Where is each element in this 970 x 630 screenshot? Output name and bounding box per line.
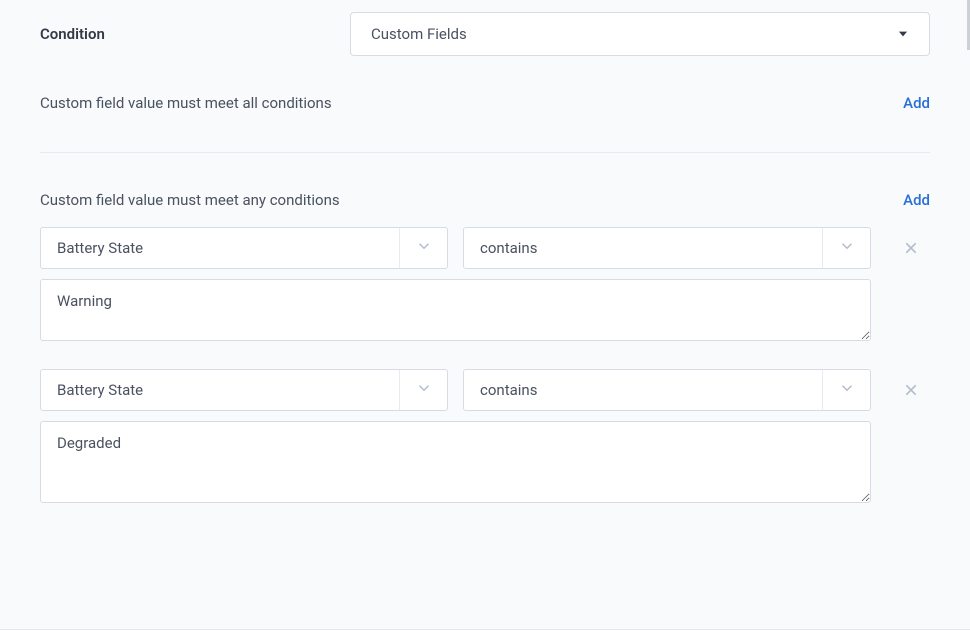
operator-select-value: contains [480, 239, 822, 257]
operator-select[interactable]: contains [463, 369, 871, 411]
add-any-condition-button[interactable]: Add [903, 191, 930, 209]
condition-rule: Battery State contains [40, 369, 930, 507]
chevron-down-icon [822, 370, 870, 410]
chevron-down-icon [822, 228, 870, 268]
condition-rule: Battery State contains [40, 227, 930, 345]
field-select[interactable]: Battery State [40, 227, 448, 269]
remove-rule-button[interactable] [896, 382, 926, 398]
operator-select-value: contains [480, 381, 822, 399]
chevron-down-icon [399, 228, 447, 268]
operator-select[interactable]: contains [463, 227, 871, 269]
value-input[interactable] [40, 421, 871, 503]
chevron-down-icon [895, 26, 911, 42]
field-select-value: Battery State [57, 239, 399, 257]
chevron-down-icon [399, 370, 447, 410]
value-input[interactable] [40, 279, 871, 341]
all-conditions-title: Custom field value must meet all conditi… [40, 94, 332, 112]
any-conditions-title: Custom field value must meet any conditi… [40, 191, 340, 209]
field-select-value: Battery State [57, 381, 399, 399]
add-all-condition-button[interactable]: Add [903, 94, 930, 112]
condition-select[interactable]: Custom Fields [350, 12, 930, 56]
condition-select-value: Custom Fields [371, 25, 467, 43]
remove-rule-button[interactable] [896, 240, 926, 256]
section-divider [40, 152, 930, 153]
condition-label: Condition [40, 25, 350, 43]
field-select[interactable]: Battery State [40, 369, 448, 411]
